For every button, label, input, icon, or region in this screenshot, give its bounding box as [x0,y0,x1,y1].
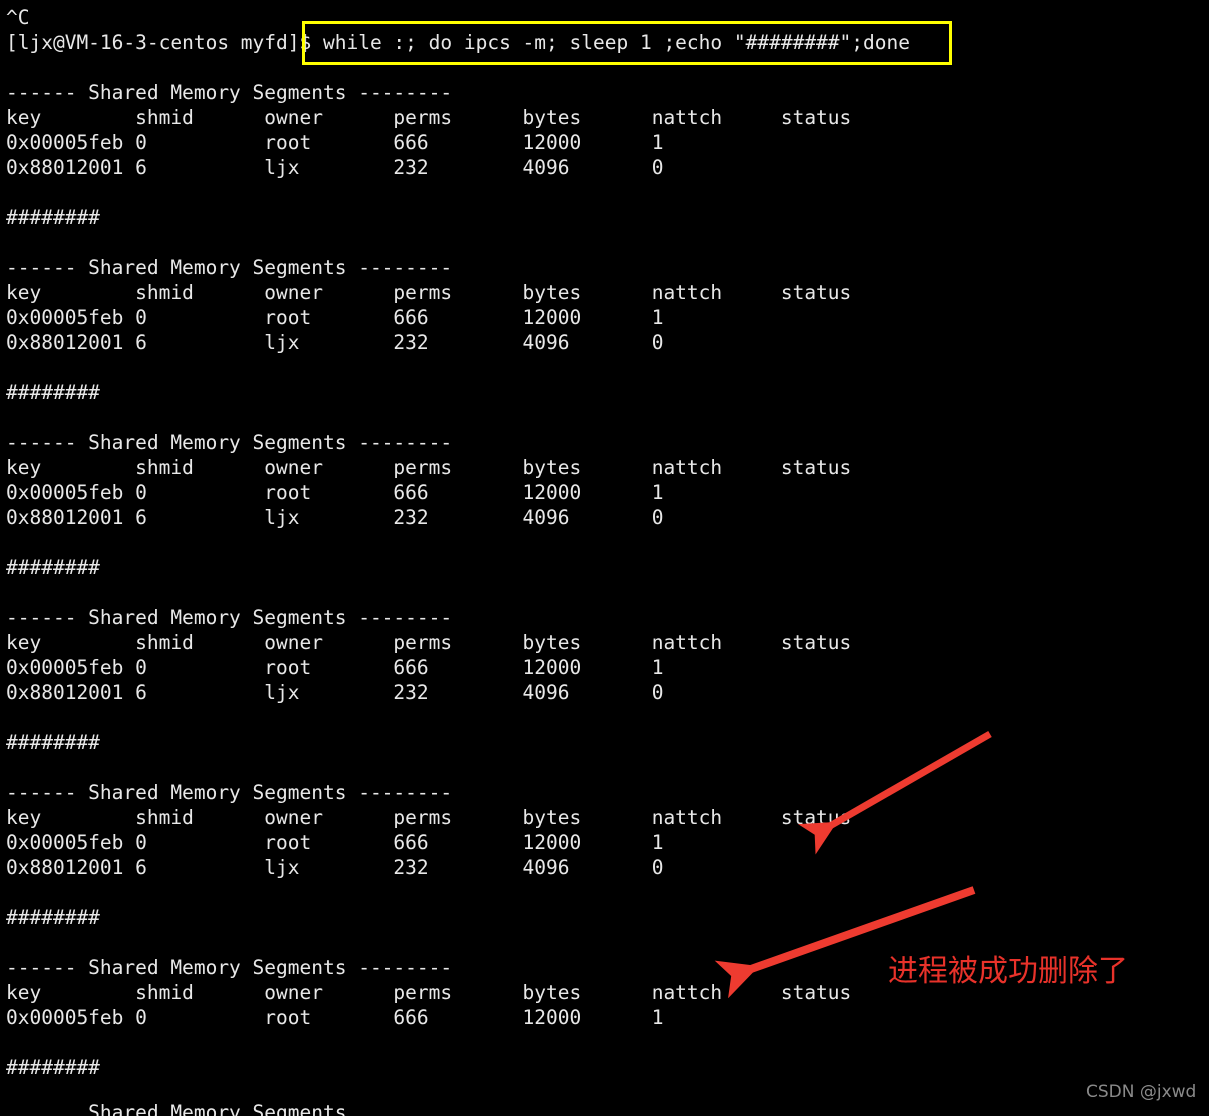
terminal-line: ------ Shared Memory Segments -------- [6,781,453,804]
terminal-line: 0x00005feb 0 root 666 12000 1 [6,306,664,329]
terminal-line: ------ Shared Memory Segments -------- [6,81,453,104]
terminal-line: 0x00005feb 0 root 666 12000 1 [6,656,664,679]
terminal-line: key shmid owner perms bytes nattch statu… [6,456,852,479]
terminal-line: ######## [6,381,100,404]
terminal-line: ######## [6,906,100,929]
terminal-line: 0x00005feb 0 root 666 12000 1 [6,481,664,504]
terminal-line: Shared Memory Segments [6,1101,347,1116]
terminal-line: ######## [6,731,100,754]
terminal-line: key shmid owner perms bytes nattch statu… [6,281,852,304]
terminal-line: key shmid owner perms bytes nattch statu… [6,631,852,654]
terminal-line: 0x00005feb 0 root 666 12000 1 [6,131,664,154]
csdn-watermark: CSDN @jxwd [1086,1082,1197,1102]
terminal-line: key shmid owner perms bytes nattch statu… [6,981,852,1004]
terminal-line: 0x00005feb 0 root 666 12000 1 [6,1006,664,1029]
terminal-line: ------ Shared Memory Segments -------- [6,956,453,979]
annotation-note: 进程被成功删除了 [888,954,1128,989]
terminal-line: ^C [6,6,30,29]
terminal-line: 0x88012001 6 ljx 232 4096 0 [6,156,664,179]
terminal-line: 0x88012001 6 ljx 232 4096 0 [6,681,664,704]
terminal-line: ------ Shared Memory Segments -------- [6,606,453,629]
terminal-window[interactable]: ^C [ljx@VM-16-3-centos myfd]$ while :; do… [0,0,1209,1116]
terminal-line: 0x88012001 6 ljx 232 4096 0 [6,506,664,529]
terminal-line: ------ Shared Memory Segments -------- [6,256,453,279]
terminal-line: key shmid owner perms bytes nattch statu… [6,106,852,129]
terminal-line: ------ Shared Memory Segments -------- [6,431,453,454]
terminal-line: ######## [6,206,100,229]
terminal-line: 0x88012001 6 ljx 232 4096 0 [6,331,664,354]
terminal-line: ######## [6,556,100,579]
terminal-line: ######## [6,1056,100,1079]
terminal-line: key shmid owner perms bytes nattch statu… [6,806,852,829]
terminal-line: 0x00005feb 0 root 666 12000 1 [6,831,664,854]
terminal-line: [ljx@VM-16-3-centos myfd]$ while :; do i… [6,31,910,54]
terminal-line: 0x88012001 6 ljx 232 4096 0 [6,856,664,879]
